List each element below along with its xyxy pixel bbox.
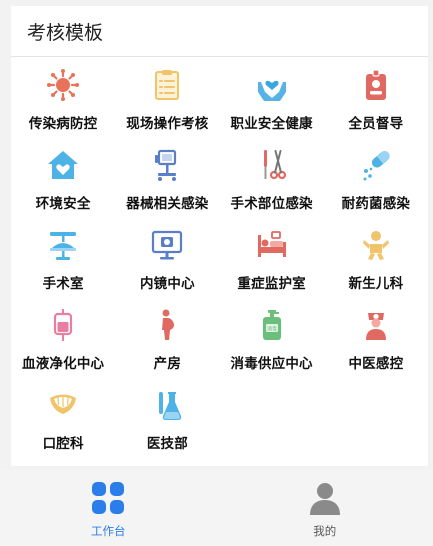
module-label: 现场操作考核 <box>126 116 209 132</box>
module-label: 口腔科 <box>42 436 84 452</box>
module-tile[interactable]: 现场操作考核 <box>115 68 219 148</box>
module-label: 器械相关感染 <box>126 196 209 212</box>
blood-bag-icon <box>54 309 73 341</box>
pill-capsule-icon <box>363 151 390 181</box>
module-tile[interactable]: 职业安全健康 <box>220 68 324 148</box>
module-label: 新生儿科 <box>348 276 404 292</box>
module-label: 职业安全健康 <box>230 116 313 132</box>
medical-device-icon <box>155 149 177 181</box>
module-tile[interactable]: 医技部 <box>115 388 219 468</box>
module-label: 手术部位感染 <box>230 196 313 212</box>
baby-icon <box>362 231 389 260</box>
module-label: 医技部 <box>146 436 188 452</box>
tab-label: 工作台 <box>91 524 126 538</box>
module-tile[interactable]: 手术室 <box>11 228 115 308</box>
tab-label: 我的 <box>313 524 337 538</box>
module-grid: 传染病防控 现场操作考核 职业安全健康 全员督导 环境安全 器械相关感染 手术部… <box>11 68 428 468</box>
assessment-template-panel: 考核模板 传染病防控 现场操作考核 职业安全健康 全员督导 环境安全 器械相关感… <box>11 6 428 466</box>
four-squares-icon <box>92 482 125 514</box>
module-label: 中医感控 <box>348 356 404 372</box>
bottom-tab-bar: 工作台 我的 <box>0 470 433 546</box>
clipboard-list-icon <box>155 70 180 100</box>
module-label: 内镜中心 <box>139 276 195 292</box>
module-label: 手术室 <box>42 276 84 292</box>
module-tile[interactable]: 全员督导 <box>324 68 428 148</box>
lab-flask-icon <box>159 392 182 420</box>
virus-icon <box>47 69 80 101</box>
monitor-camera-icon <box>152 230 183 260</box>
module-tile[interactable]: 中医感控 <box>324 308 428 388</box>
panel-title: 考核模板 <box>11 6 428 57</box>
hands-heart-icon <box>257 80 286 101</box>
house-heart-icon <box>48 151 79 179</box>
module-label: 耐药菌感染 <box>341 196 411 212</box>
module-tile[interactable]: 手术部位感染 <box>220 148 324 228</box>
module-label: 全员督导 <box>348 116 404 132</box>
module-label: 重症监护室 <box>237 276 306 292</box>
hospital-bed-icon <box>257 231 286 257</box>
sanitizer-bottle-icon: 消毒 <box>262 310 281 340</box>
module-tile[interactable]: 环境安全 <box>11 148 115 228</box>
tab-workbench[interactable]: 工作台 <box>0 470 217 546</box>
id-badge-icon <box>365 69 386 100</box>
module-label: 消毒供应中心 <box>230 356 313 372</box>
module-label: 环境安全 <box>35 196 91 212</box>
module-tile[interactable]: 传染病防控 <box>11 68 115 148</box>
module-label: 血液净化中心 <box>22 356 105 372</box>
svg-text:消毒: 消毒 <box>267 326 277 333</box>
pregnant-woman-icon <box>162 309 175 340</box>
module-tile[interactable]: 新生儿科 <box>324 228 428 308</box>
module-label: 产房 <box>153 356 182 372</box>
module-tile[interactable]: 口腔科 <box>11 388 115 468</box>
module-tile[interactable]: 消毒 消毒供应中心 <box>220 308 324 388</box>
nurse-icon <box>365 313 386 340</box>
module-tile[interactable]: 重症监护室 <box>220 228 324 308</box>
module-tile[interactable]: 血液净化中心 <box>11 308 115 388</box>
module-tile[interactable]: 内镜中心 <box>115 228 219 308</box>
tab-mine[interactable]: 我的 <box>217 470 433 546</box>
person-icon <box>309 483 340 515</box>
module-tile[interactable]: 产房 <box>115 308 219 388</box>
dental-icon <box>50 394 77 414</box>
module-label: 传染病防控 <box>28 116 98 132</box>
surgical-light-icon <box>50 232 77 260</box>
module-tile[interactable]: 器械相关感染 <box>115 148 219 228</box>
surgical-tools-icon <box>263 150 286 180</box>
module-tile[interactable]: 耐药菌感染 <box>324 148 428 228</box>
